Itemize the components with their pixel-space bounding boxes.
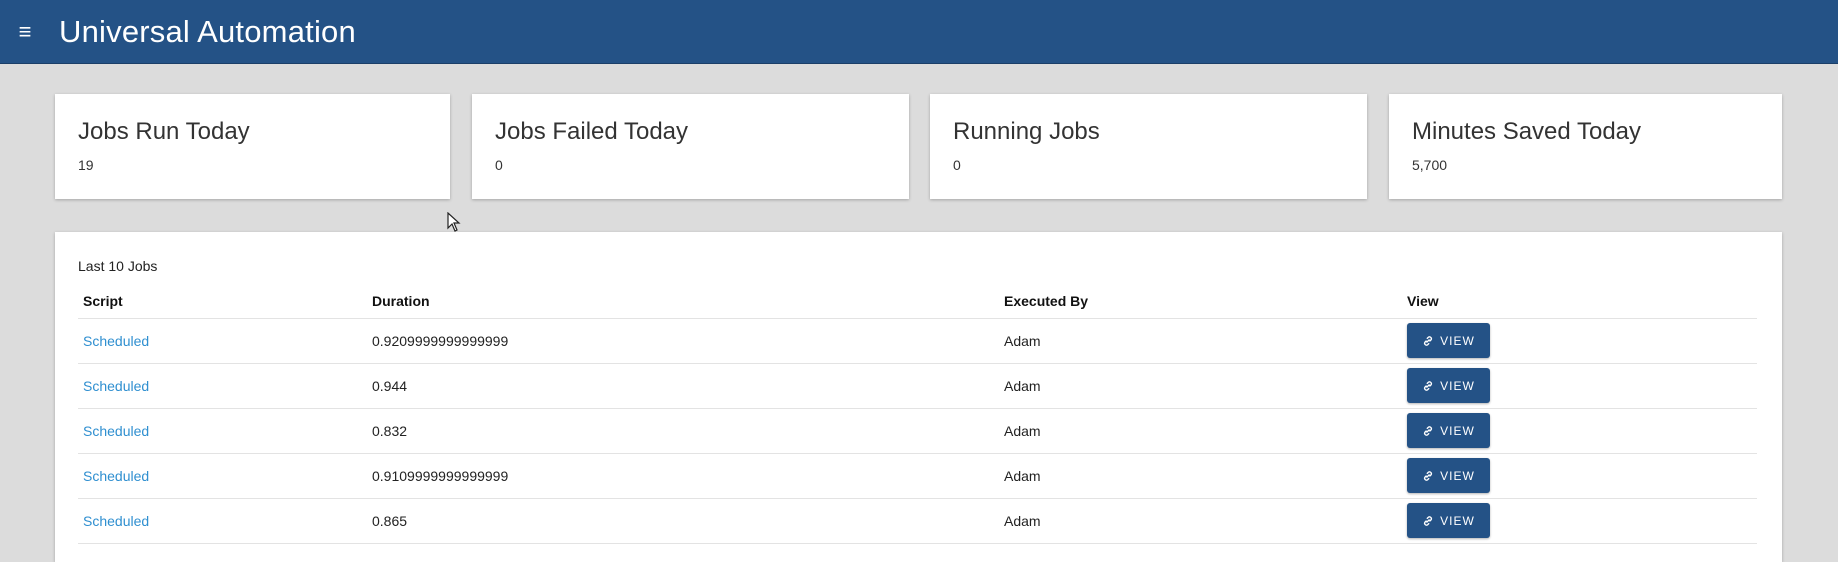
- script-link[interactable]: Scheduled: [83, 378, 149, 394]
- view-button[interactable]: VIEW: [1407, 368, 1490, 403]
- last-jobs-panel: Last 10 Jobs Script Duration Executed By…: [55, 232, 1782, 562]
- card-value: 5,700: [1412, 157, 1448, 173]
- cell-duration: 0.944: [367, 363, 999, 409]
- link-icon: [1424, 470, 1433, 481]
- panel-title: Last 10 Jobs: [78, 258, 158, 274]
- card-value: 0: [953, 157, 961, 173]
- mouse-cursor-icon: [447, 212, 461, 232]
- card-title: Running Jobs: [953, 118, 1100, 145]
- view-button[interactable]: VIEW: [1407, 458, 1490, 493]
- cell-view: VIEW: [1402, 363, 1757, 409]
- card-title: Jobs Failed Today: [495, 118, 689, 145]
- script-link[interactable]: Scheduled: [83, 333, 149, 349]
- cell-script: Scheduled: [78, 363, 367, 409]
- cell-script: Scheduled: [78, 498, 367, 544]
- view-button-label: VIEW: [1440, 468, 1475, 483]
- cell-duration: 0.865: [367, 498, 999, 544]
- jobs-table: Script Duration Executed By View Schedul…: [78, 284, 1757, 544]
- table-header-row: Script Duration Executed By View: [78, 284, 1757, 319]
- view-button-label: VIEW: [1440, 423, 1475, 438]
- cell-view: VIEW: [1402, 408, 1757, 454]
- table-row: Scheduled 0.832 Adam VIEW: [78, 408, 1757, 454]
- cell-executed-by: Adam: [999, 453, 1402, 499]
- link-icon: [1424, 425, 1433, 436]
- cell-script: Scheduled: [78, 318, 367, 364]
- view-button[interactable]: VIEW: [1407, 413, 1490, 448]
- cell-script: Scheduled: [78, 453, 367, 499]
- view-button-label: VIEW: [1440, 333, 1475, 348]
- card-value: 0: [495, 157, 503, 173]
- cell-executed-by: Adam: [999, 318, 1402, 364]
- column-header-view: View: [1402, 284, 1757, 319]
- card-value: 19: [78, 157, 94, 173]
- script-link[interactable]: Scheduled: [83, 468, 149, 484]
- view-button-label: VIEW: [1440, 513, 1475, 528]
- cell-view: VIEW: [1402, 318, 1757, 364]
- cell-duration: 0.832: [367, 408, 999, 454]
- cell-executed-by: Adam: [999, 408, 1402, 454]
- cell-script: Scheduled: [78, 408, 367, 454]
- app-title: Universal Automation: [59, 13, 356, 49]
- view-button-label: VIEW: [1440, 378, 1475, 393]
- column-header-script: Script: [78, 284, 367, 319]
- script-link[interactable]: Scheduled: [83, 423, 149, 439]
- cell-duration: 0.9209999999999999: [367, 318, 999, 364]
- cell-executed-by: Adam: [999, 363, 1402, 409]
- view-button[interactable]: VIEW: [1407, 503, 1490, 538]
- column-header-executed-by: Executed By: [999, 284, 1402, 319]
- cell-view: VIEW: [1402, 498, 1757, 544]
- table-row: Scheduled 0.865 Adam VIEW: [78, 498, 1757, 544]
- link-icon: [1424, 515, 1433, 526]
- table-row: Scheduled 0.944 Adam VIEW: [78, 363, 1757, 409]
- card-minutes-saved-today: Minutes Saved Today 5,700: [1389, 94, 1782, 199]
- card-running-jobs: Running Jobs 0: [930, 94, 1367, 199]
- cell-view: VIEW: [1402, 453, 1757, 499]
- cell-executed-by: Adam: [999, 498, 1402, 544]
- link-icon: [1424, 380, 1433, 391]
- view-button[interactable]: VIEW: [1407, 323, 1490, 358]
- table-row: Scheduled 0.9209999999999999 Adam VIEW: [78, 318, 1757, 364]
- link-icon: [1424, 335, 1433, 346]
- card-jobs-failed-today: Jobs Failed Today 0: [472, 94, 909, 199]
- app-bar: ≡ Universal Automation: [0, 0, 1838, 64]
- hamburger-menu-icon[interactable]: ≡: [0, 0, 50, 64]
- script-link[interactable]: Scheduled: [83, 513, 149, 529]
- column-header-duration: Duration: [367, 284, 999, 319]
- card-title: Jobs Run Today: [78, 118, 250, 145]
- table-row: Scheduled 0.9109999999999999 Adam VIEW: [78, 453, 1757, 499]
- card-title: Minutes Saved Today: [1412, 118, 1642, 145]
- cell-duration: 0.9109999999999999: [367, 453, 999, 499]
- stat-cards: Jobs Run Today 19 Jobs Failed Today 0 Ru…: [55, 94, 1782, 199]
- card-jobs-run-today: Jobs Run Today 19: [55, 94, 450, 199]
